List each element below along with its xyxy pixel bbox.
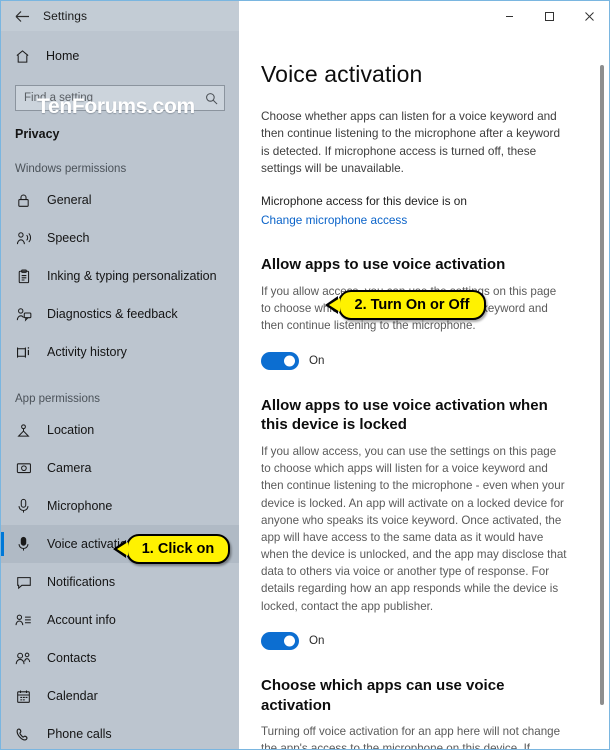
sidebar-item-speech[interactable]: Speech <box>1 219 239 257</box>
callout-click-on: 1. Click on <box>126 534 230 564</box>
settings-window: Settings Home Find a setting TenForums.c… <box>0 0 610 750</box>
search-container <box>1 71 239 111</box>
content-scrollbar[interactable] <box>600 65 604 705</box>
sidebar-item-label: Calendar <box>47 689 98 703</box>
sidebar-item-home[interactable]: Home <box>1 41 239 71</box>
lock-icon <box>15 193 32 208</box>
change-microphone-access-link[interactable]: Change microphone access <box>261 213 407 227</box>
group-heading-windows-permissions: Windows permissions <box>15 163 127 175</box>
toggle-allow-voice-activation[interactable] <box>261 351 299 370</box>
sidebar-item-label: Speech <box>47 231 90 245</box>
sidebar-item-contacts[interactable]: Contacts <box>1 639 239 677</box>
toggle-row-allow-voice-activation: On <box>261 351 569 370</box>
section-title-voice-activation-locked: Allow apps to use voice activation when … <box>261 396 548 434</box>
minimize-icon[interactable] <box>489 1 529 31</box>
group-heading-app-permissions: App permissions <box>15 393 101 405</box>
section-title-choose-apps: Choose which apps can use voice activati… <box>261 676 505 714</box>
home-icon <box>14 49 31 64</box>
notification-bubble-icon <box>15 575 32 590</box>
page-title: Voice activation <box>261 61 423 87</box>
maximize-icon[interactable] <box>529 1 569 31</box>
sidebar-item-phone-calls[interactable]: Phone calls <box>1 715 239 749</box>
sidebar-item-label: Inking & typing personalization <box>47 269 217 283</box>
sidebar-item-label: General <box>47 193 92 207</box>
title-bar-left: Settings <box>1 1 239 31</box>
toggle-state-label: On <box>309 354 325 368</box>
search-icon[interactable] <box>205 92 218 105</box>
callout-turn-on-or-off: 2. Turn On or Off <box>338 290 486 320</box>
sidebar-item-label: Phone calls <box>47 727 112 741</box>
sidebar-item-label: Microphone <box>47 499 113 513</box>
sidebar-item-label: Activity history <box>47 345 127 359</box>
camera-icon <box>15 461 32 475</box>
sidebar-item-microphone[interactable]: Microphone <box>1 487 239 525</box>
sidebar-item-label: Contacts <box>47 651 97 665</box>
calendar-icon <box>15 689 32 704</box>
clipboard-pen-icon <box>15 268 32 284</box>
window-controls <box>239 1 609 31</box>
sidebar-item-activity-history[interactable]: Activity history <box>1 333 239 371</box>
section-title-allow-voice-activation: Allow apps to use voice activation <box>261 256 506 274</box>
home-label: Home <box>46 49 80 63</box>
sidebar-item-account-info[interactable]: Account info <box>1 601 239 639</box>
sidebar-item-calendar[interactable]: Calendar <box>1 677 239 715</box>
sidebar-item-label: Location <box>47 423 95 437</box>
content-pane: Voice activation Choose whether apps can… <box>239 31 609 749</box>
sidebar: Home TenForums.com Privacy Windows permi… <box>1 31 239 749</box>
speech-person-icon <box>15 231 32 246</box>
sidebar-item-label: Camera <box>47 461 92 475</box>
microphone-access-status: Microphone access for this device is on <box>261 194 467 209</box>
section-description-choose-apps: Turning off voice activation for an app … <box>261 725 561 749</box>
toggle-row-voice-activation-locked: On <box>261 631 569 650</box>
category-title: Privacy <box>15 127 60 141</box>
window-body: Home TenForums.com Privacy Windows permi… <box>1 31 609 749</box>
phone-icon <box>15 727 32 742</box>
account-info-icon <box>15 613 32 627</box>
activity-history-icon <box>15 345 32 360</box>
scrollbar-thumb[interactable] <box>600 65 604 705</box>
sidebar-item-diagnostics-feedback[interactable]: Diagnostics & feedback <box>1 295 239 333</box>
page-description: Choose whether apps can listen for a voi… <box>261 109 561 175</box>
search-input[interactable] <box>24 92 205 104</box>
sidebar-item-label: Notifications <box>47 575 116 589</box>
window-title: Settings <box>43 9 88 23</box>
sidebar-item-general[interactable]: General <box>1 181 239 219</box>
section-description-voice-activation-locked: If you allow access, you can use the set… <box>261 445 567 613</box>
sidebar-item-camera[interactable]: Camera <box>1 449 239 487</box>
sidebar-item-location[interactable]: Location <box>1 411 239 449</box>
sidebar-item-notifications[interactable]: Notifications <box>1 563 239 601</box>
title-bar: Settings <box>1 1 609 31</box>
search-box[interactable] <box>15 85 225 111</box>
back-arrow-icon[interactable] <box>1 1 43 31</box>
sidebar-item-inking-typing-personalization[interactable]: Inking & typing personalization <box>1 257 239 295</box>
sidebar-item-label: Account info <box>47 613 116 627</box>
person-feedback-icon <box>15 307 32 322</box>
voice-activation-microphone-icon <box>15 536 32 552</box>
microphone-icon <box>15 498 32 514</box>
close-icon[interactable] <box>569 1 609 31</box>
sidebar-item-label: Diagnostics & feedback <box>47 307 178 321</box>
contacts-icon <box>15 651 32 666</box>
toggle-voice-activation-locked[interactable] <box>261 631 299 650</box>
location-pin-icon <box>15 423 32 438</box>
toggle-state-label: On <box>309 634 325 648</box>
